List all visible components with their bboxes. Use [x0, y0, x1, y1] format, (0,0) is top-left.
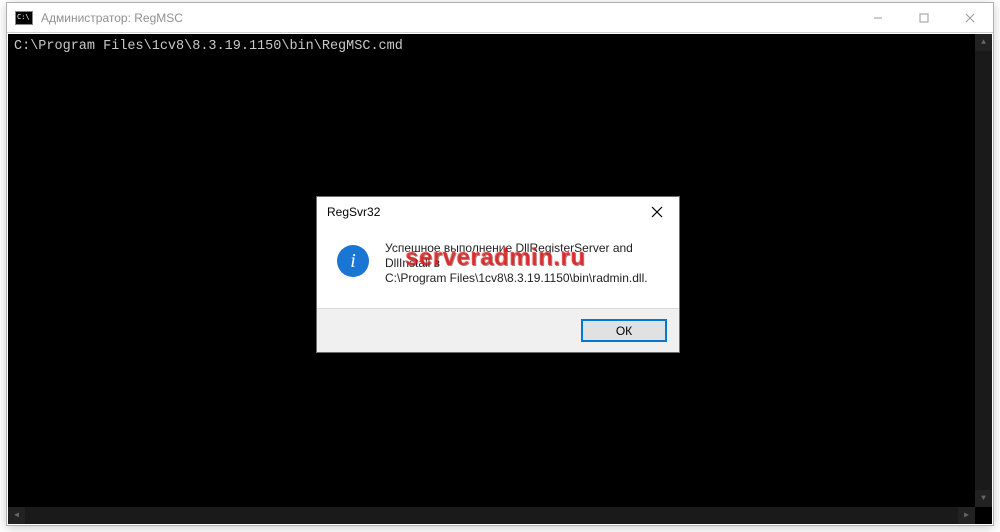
- scroll-track-h[interactable]: [25, 507, 958, 524]
- minimize-icon: [873, 13, 883, 23]
- maximize-icon: [919, 13, 929, 23]
- maximize-button[interactable]: [901, 3, 947, 32]
- ok-button[interactable]: ОК: [581, 319, 667, 342]
- close-button[interactable]: [947, 3, 993, 32]
- dialog-message-line2: C:\Program Files\1cv8\8.3.19.1150\bin\ra…: [385, 271, 648, 285]
- dialog-body: i Успешное выполнение DllRegisterServer …: [317, 227, 679, 308]
- info-icon: i: [337, 245, 369, 277]
- scroll-down-button[interactable]: ▼: [975, 490, 992, 507]
- console-titlebar[interactable]: Администратор: RegMSC: [7, 3, 993, 33]
- dialog-message-line1: Успешное выполнение DllRegisterServer an…: [385, 241, 633, 270]
- window-controls: [855, 3, 993, 32]
- cmd-icon: [15, 11, 33, 25]
- ok-button-label: ОК: [616, 324, 632, 338]
- console-line: C:\Program Files\1cv8\8.3.19.1150\bin\Re…: [14, 38, 986, 56]
- close-icon: [651, 206, 663, 218]
- scroll-right-button[interactable]: ▶: [958, 507, 975, 524]
- scroll-left-button[interactable]: ◀: [8, 507, 25, 524]
- scroll-up-button[interactable]: ▲: [975, 34, 992, 51]
- dialog-message: Успешное выполнение DllRegisterServer an…: [385, 241, 659, 286]
- close-icon: [965, 13, 975, 23]
- horizontal-scrollbar[interactable]: ◀ ▶: [8, 507, 975, 524]
- regsvr32-dialog: RegSvr32 i Успешное выполнение DllRegist…: [316, 196, 680, 353]
- vertical-scrollbar[interactable]: ▲ ▼: [975, 34, 992, 507]
- scroll-track-v[interactable]: [975, 51, 992, 490]
- dialog-title: RegSvr32: [327, 205, 380, 219]
- dialog-footer: ОК: [317, 308, 679, 352]
- window-title: Администратор: RegMSC: [41, 11, 183, 25]
- minimize-button[interactable]: [855, 3, 901, 32]
- dialog-close-button[interactable]: [635, 197, 679, 227]
- dialog-titlebar[interactable]: RegSvr32: [317, 197, 679, 227]
